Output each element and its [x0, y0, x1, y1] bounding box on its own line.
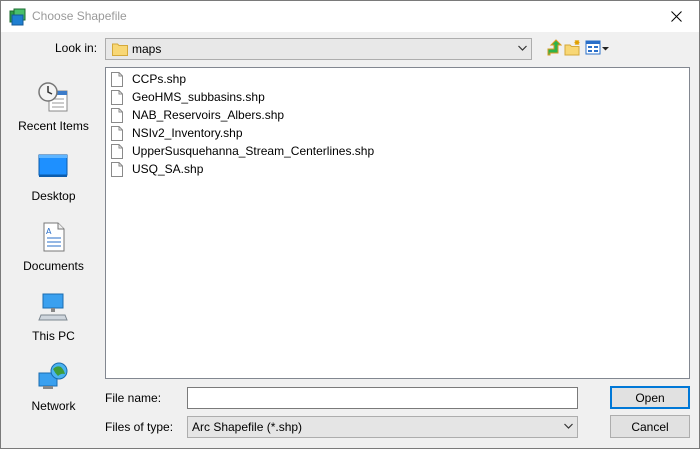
- files-of-type-dropdown[interactable]: Arc Shapefile (*.shp): [187, 416, 578, 438]
- file-name-input[interactable]: [187, 387, 578, 409]
- file-item[interactable]: CCPs.shp: [111, 70, 186, 88]
- files-of-type-label: Files of type:: [105, 420, 174, 434]
- svg-text:A: A: [46, 227, 52, 236]
- place-desktop[interactable]: Desktop: [8, 151, 99, 217]
- recent-items-icon: [38, 82, 68, 112]
- file-icon: [111, 89, 123, 105]
- view-menu-icon[interactable]: [585, 39, 609, 57]
- file-icon: [111, 125, 123, 141]
- app-icon: [9, 8, 26, 26]
- file-name: UpperSusquehanna_Stream_Centerlines.shp: [132, 144, 375, 158]
- documents-icon: A: [43, 222, 65, 252]
- this-pc-icon: [38, 293, 68, 321]
- files-of-type-value: Arc Shapefile (*.shp): [192, 420, 303, 434]
- file-item[interactable]: GeoHMS_subbasins.shp: [111, 88, 265, 106]
- file-item[interactable]: UpperSusquehanna_Stream_Centerlines.shp: [111, 142, 374, 160]
- chevron-down-icon: [518, 45, 527, 51]
- look-in-value: maps: [132, 42, 162, 56]
- place-documents[interactable]: A Documents: [8, 221, 99, 287]
- file-icon: [111, 143, 123, 159]
- new-folder-icon[interactable]: [564, 39, 582, 57]
- places-bar: Recent Items Desktop A Documents This PC…: [8, 67, 99, 439]
- file-name: GeoHMS_subbasins.shp: [132, 90, 265, 104]
- chevron-down-icon: [564, 423, 573, 429]
- file-list[interactable]: CCPs.shp GeoHMS_subbasins.shp NAB_Reserv…: [105, 67, 690, 379]
- file-name-label: File name:: [105, 391, 162, 405]
- place-label: Documents: [23, 259, 84, 273]
- file-item[interactable]: NSIv2_Inventory.shp: [111, 124, 243, 142]
- file-name: USQ_SA.shp: [132, 162, 204, 176]
- choose-shapefile-dialog: Choose Shapefile Look in: maps Recent It…: [0, 0, 700, 449]
- open-button[interactable]: Open: [610, 386, 690, 409]
- file-item[interactable]: USQ_SA.shp: [111, 160, 203, 178]
- file-icon: [111, 71, 123, 87]
- close-icon: [670, 11, 682, 22]
- place-label: Network: [31, 399, 76, 413]
- file-icon: [111, 161, 123, 177]
- file-name: CCPs.shp: [132, 72, 187, 86]
- close-button[interactable]: [653, 1, 699, 32]
- file-name: NAB_Reservoirs_Albers.shp: [132, 108, 285, 122]
- up-one-level-icon[interactable]: [544, 39, 562, 57]
- place-network[interactable]: Network: [8, 361, 99, 427]
- desktop-icon: [38, 154, 68, 177]
- place-label: Recent Items: [18, 119, 89, 133]
- place-this-pc[interactable]: This PC: [8, 291, 99, 357]
- title-bar: Choose Shapefile: [1, 1, 699, 32]
- file-icon: [111, 107, 123, 123]
- cancel-button[interactable]: Cancel: [610, 415, 690, 438]
- folder-icon: [112, 43, 128, 56]
- file-name: NSIv2_Inventory.shp: [132, 126, 243, 140]
- place-label: This PC: [32, 329, 75, 343]
- network-icon: [38, 362, 68, 389]
- look-in-label: Look in:: [55, 41, 98, 55]
- file-item[interactable]: NAB_Reservoirs_Albers.shp: [111, 106, 284, 124]
- place-label: Desktop: [31, 189, 76, 203]
- look-in-dropdown[interactable]: maps: [105, 38, 532, 60]
- place-recent-items[interactable]: Recent Items: [8, 81, 99, 147]
- window-title: Choose Shapefile: [32, 9, 127, 23]
